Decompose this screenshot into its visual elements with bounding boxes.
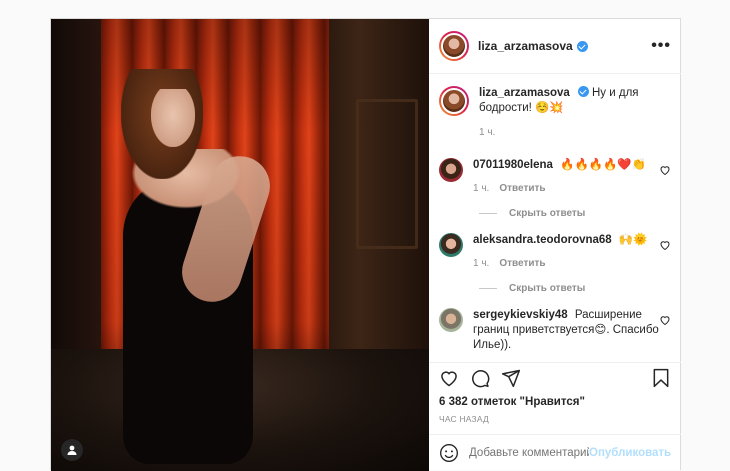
publish-button[interactable]: Опубликовать xyxy=(589,447,671,459)
post-card: liza_arzamasova ••• liza_arzamasova Ну и… xyxy=(50,18,681,471)
emoji-icon[interactable] xyxy=(439,443,459,463)
comment-item: sergeykievskiy48 Расширение границ приве… xyxy=(439,308,671,353)
comment-icon[interactable] xyxy=(470,368,490,388)
commenter-avatar[interactable] xyxy=(439,308,463,332)
heart-icon[interactable] xyxy=(659,239,671,251)
likes-label: отметок "Нравится" xyxy=(470,396,585,408)
comment-item: 07011980elena 🔥🔥🔥🔥❤️👏 1 ч. Ответить xyxy=(439,158,671,196)
post-sidebar: liza_arzamasova ••• liza_arzamasova Ну и… xyxy=(429,19,681,471)
caption-username[interactable]: liza_arzamasova xyxy=(479,87,570,99)
reply-button[interactable]: Ответить xyxy=(499,256,545,271)
comment-time[interactable]: 1 ч. xyxy=(473,181,489,196)
photo-figure-face xyxy=(151,89,195,147)
heart-icon[interactable] xyxy=(659,314,671,326)
verified-icon xyxy=(576,40,588,52)
post-time[interactable]: ЧАС НАЗАД xyxy=(429,408,681,435)
hide-replies-button[interactable]: Скрыть ответы xyxy=(479,283,671,294)
author-avatar[interactable] xyxy=(439,31,469,61)
likes-number: 6 382 xyxy=(439,396,468,408)
comment-item: aleksandra.teodorovna68 🙌🌞 1 ч. Ответить xyxy=(439,233,671,271)
commenter-avatar[interactable] xyxy=(439,233,463,257)
caption-time[interactable]: 1 ч. xyxy=(479,125,495,140)
post-header: liza_arzamasova ••• xyxy=(429,19,681,74)
author-username[interactable]: liza_arzamasova xyxy=(478,39,573,53)
share-icon[interactable] xyxy=(501,368,521,388)
bookmark-icon[interactable] xyxy=(651,368,671,388)
photo-door xyxy=(356,99,418,249)
hide-replies-button[interactable]: Скрыть ответы xyxy=(479,208,671,219)
user-tag-icon[interactable] xyxy=(61,439,83,461)
commenter-avatar[interactable] xyxy=(439,158,463,182)
verified-icon xyxy=(577,86,589,97)
comment-text: 🙌🌞 xyxy=(618,234,648,246)
comment-time[interactable]: 1 ч. xyxy=(473,256,489,271)
caption-avatar[interactable] xyxy=(439,86,469,116)
caption: liza_arzamasova Ну и для бодрости! ☺️💥 1… xyxy=(439,86,671,140)
more-options-icon[interactable]: ••• xyxy=(651,37,671,55)
comment-username[interactable]: sergeykievskiy48 xyxy=(473,309,568,321)
post-photo[interactable] xyxy=(51,19,429,471)
likes-count[interactable]: 6 382 отметок "Нравится" xyxy=(429,392,681,408)
heart-icon[interactable] xyxy=(439,368,459,388)
post-actions xyxy=(429,362,681,392)
comment-input[interactable] xyxy=(469,447,589,459)
heart-icon[interactable] xyxy=(659,164,671,176)
comment-text: 🔥🔥🔥🔥❤️👏 xyxy=(560,159,647,171)
reply-button[interactable]: Ответить xyxy=(499,181,545,196)
comment-username[interactable]: 07011980elena xyxy=(473,159,553,171)
comments-list[interactable]: liza_arzamasova Ну и для бодрости! ☺️💥 1… xyxy=(429,74,681,362)
add-comment-bar: Опубликовать xyxy=(429,435,681,471)
comment-username[interactable]: aleksandra.teodorovna68 xyxy=(473,234,612,246)
